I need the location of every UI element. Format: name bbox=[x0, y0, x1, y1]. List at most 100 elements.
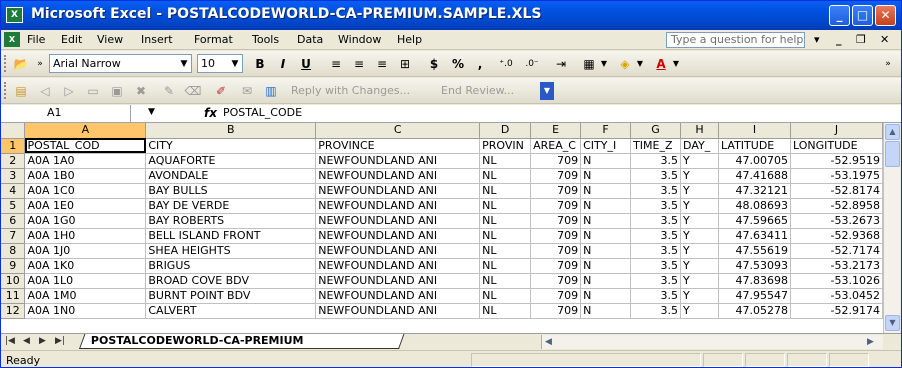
row-header[interactable]: 8 bbox=[1, 243, 26, 259]
row-header[interactable]: 9 bbox=[1, 258, 26, 274]
cell[interactable]: A0A 1B0 bbox=[24, 168, 147, 184]
cell[interactable]: -52.9174 bbox=[790, 303, 883, 319]
cell[interactable]: LATITUDE bbox=[718, 138, 791, 154]
column-header[interactable]: F bbox=[580, 123, 632, 139]
cell[interactable]: AREA_C bbox=[530, 138, 582, 154]
menu-format[interactable]: Format bbox=[194, 33, 233, 46]
underline-button[interactable]: U bbox=[296, 55, 316, 73]
show-all-comments-icon[interactable]: ▣ bbox=[107, 82, 127, 100]
cell[interactable]: A0A 1A0 bbox=[24, 153, 147, 169]
cell[interactable]: 709 bbox=[530, 303, 582, 319]
column-header[interactable]: B bbox=[145, 123, 317, 139]
cell[interactable]: A0A 1K0 bbox=[24, 258, 147, 274]
cell[interactable]: 3.5 bbox=[630, 273, 682, 289]
insert-function-button[interactable]: fx bbox=[204, 106, 217, 120]
cell[interactable]: -52.8174 bbox=[790, 183, 883, 199]
cell[interactable]: CITY bbox=[145, 138, 317, 154]
cell[interactable]: A0A 1J0 bbox=[24, 243, 147, 259]
cell[interactable]: 47.83698 bbox=[718, 273, 791, 289]
cell[interactable]: N bbox=[580, 183, 632, 199]
cell[interactable]: -53.2673 bbox=[790, 213, 883, 229]
cell[interactable]: NEWFOUNDLAND ANI bbox=[315, 183, 481, 199]
currency-button[interactable]: $ bbox=[425, 55, 443, 73]
first-sheet-icon[interactable]: |◀ bbox=[5, 336, 15, 346]
cell[interactable]: TIME_Z bbox=[630, 138, 682, 154]
help-dropdown-icon[interactable]: ▾ bbox=[814, 33, 820, 46]
cell[interactable]: Y bbox=[680, 183, 720, 199]
cell[interactable]: CALVERT bbox=[145, 303, 317, 319]
size-dropdown-icon[interactable]: ▼ bbox=[228, 55, 242, 73]
cell[interactable]: BURNT POINT BDV bbox=[145, 288, 317, 304]
cell[interactable]: N bbox=[580, 153, 632, 169]
italic-button[interactable]: I bbox=[273, 55, 293, 73]
bold-button[interactable]: B bbox=[250, 55, 270, 73]
cell[interactable]: 47.32121 bbox=[718, 183, 791, 199]
cell[interactable]: NEWFOUNDLAND ANI bbox=[315, 273, 481, 289]
cell[interactable]: NEWFOUNDLAND ANI bbox=[315, 213, 481, 229]
cell[interactable]: 3.5 bbox=[630, 153, 682, 169]
row-header[interactable]: 4 bbox=[1, 183, 26, 199]
cell[interactable]: 3.5 bbox=[630, 303, 682, 319]
column-header[interactable]: E bbox=[530, 123, 582, 139]
cell[interactable]: 3.5 bbox=[630, 243, 682, 259]
cell[interactable]: -52.7174 bbox=[790, 243, 883, 259]
cell[interactable]: 3.5 bbox=[630, 288, 682, 304]
decrease-decimal-icon[interactable]: .0⁻ bbox=[521, 55, 543, 73]
column-header[interactable]: A bbox=[24, 123, 147, 139]
excel-icon[interactable]: X bbox=[6, 7, 23, 23]
cell[interactable]: 47.41688 bbox=[718, 168, 791, 184]
comma-button[interactable]: , bbox=[473, 55, 487, 73]
minimize-button[interactable]: _ bbox=[829, 5, 850, 26]
menu-tools[interactable]: Tools bbox=[252, 33, 279, 46]
scroll-thumb[interactable] bbox=[885, 141, 900, 167]
cell[interactable]: BAY DE VERDE bbox=[145, 198, 317, 214]
merge-center-icon[interactable]: ⊞ bbox=[395, 55, 415, 73]
menu-insert[interactable]: Insert bbox=[141, 33, 173, 46]
toolbar-more-icon[interactable]: » bbox=[881, 55, 895, 73]
cell[interactable]: Y bbox=[680, 288, 720, 304]
worksheet-grid[interactable]: ABCDEFGHIJ 1 POSTAL_COD CITY PROVINCE PROVIN… bbox=[1, 123, 883, 333]
cell[interactable]: A0A 1M0 bbox=[24, 288, 147, 304]
horizontal-scrollbar[interactable]: ◀ ▶ bbox=[541, 335, 883, 349]
cell[interactable]: Y bbox=[680, 213, 720, 229]
cell[interactable]: SHEA HEIGHTS bbox=[145, 243, 317, 259]
cell[interactable]: 47.05278 bbox=[718, 303, 791, 319]
scroll-up-icon[interactable]: ▲ bbox=[885, 124, 900, 140]
toolbar-options-icon[interactable]: ▼ bbox=[540, 82, 554, 100]
cell[interactable]: NL bbox=[479, 243, 532, 259]
cell[interactable]: 709 bbox=[530, 153, 582, 169]
cell[interactable]: NEWFOUNDLAND ANI bbox=[315, 243, 481, 259]
cell[interactable]: POSTAL_COD bbox=[24, 138, 147, 154]
cell[interactable]: BROAD COVE BDV bbox=[145, 273, 317, 289]
column-header[interactable]: D bbox=[479, 123, 532, 139]
next-sheet-icon[interactable]: ▶ bbox=[39, 336, 46, 346]
align-right-icon[interactable]: ≡ bbox=[372, 55, 392, 73]
column-header[interactable]: C bbox=[315, 123, 481, 139]
cell[interactable]: PROVIN bbox=[479, 138, 532, 154]
cell[interactable]: BAY BULLS bbox=[145, 183, 317, 199]
cell[interactable]: LONGITUDE bbox=[790, 138, 883, 154]
cell[interactable]: 47.59665 bbox=[718, 213, 791, 229]
cell[interactable]: N bbox=[580, 288, 632, 304]
row-header[interactable]: 7 bbox=[1, 228, 26, 244]
cell[interactable]: NL bbox=[479, 168, 532, 184]
cell[interactable]: NEWFOUNDLAND ANI bbox=[315, 303, 481, 319]
font-dropdown-icon[interactable]: ▼ bbox=[177, 55, 191, 73]
toolbar-options-icon[interactable]: » bbox=[35, 55, 45, 73]
cell[interactable]: Y bbox=[680, 303, 720, 319]
scroll-right-icon[interactable]: ▶ bbox=[867, 337, 874, 347]
column-header[interactable]: G bbox=[630, 123, 682, 139]
borders-icon[interactable]: ▦ bbox=[579, 55, 599, 73]
doc-minimize-button[interactable]: _ bbox=[836, 33, 842, 46]
open-folder-icon[interactable]: 📂 bbox=[11, 55, 31, 73]
cell[interactable]: N bbox=[580, 198, 632, 214]
select-all-corner[interactable] bbox=[1, 123, 26, 139]
cell[interactable]: A0A 1G0 bbox=[24, 213, 147, 229]
menu-view[interactable]: View bbox=[97, 33, 123, 46]
cell[interactable]: 3.5 bbox=[630, 213, 682, 229]
cell[interactable]: CITY_I bbox=[580, 138, 632, 154]
track-changes-icon[interactable]: ✐ bbox=[211, 82, 231, 100]
cell[interactable]: -52.8958 bbox=[790, 198, 883, 214]
cell[interactable]: A0A 1E0 bbox=[24, 198, 147, 214]
cell[interactable]: NL bbox=[479, 303, 532, 319]
